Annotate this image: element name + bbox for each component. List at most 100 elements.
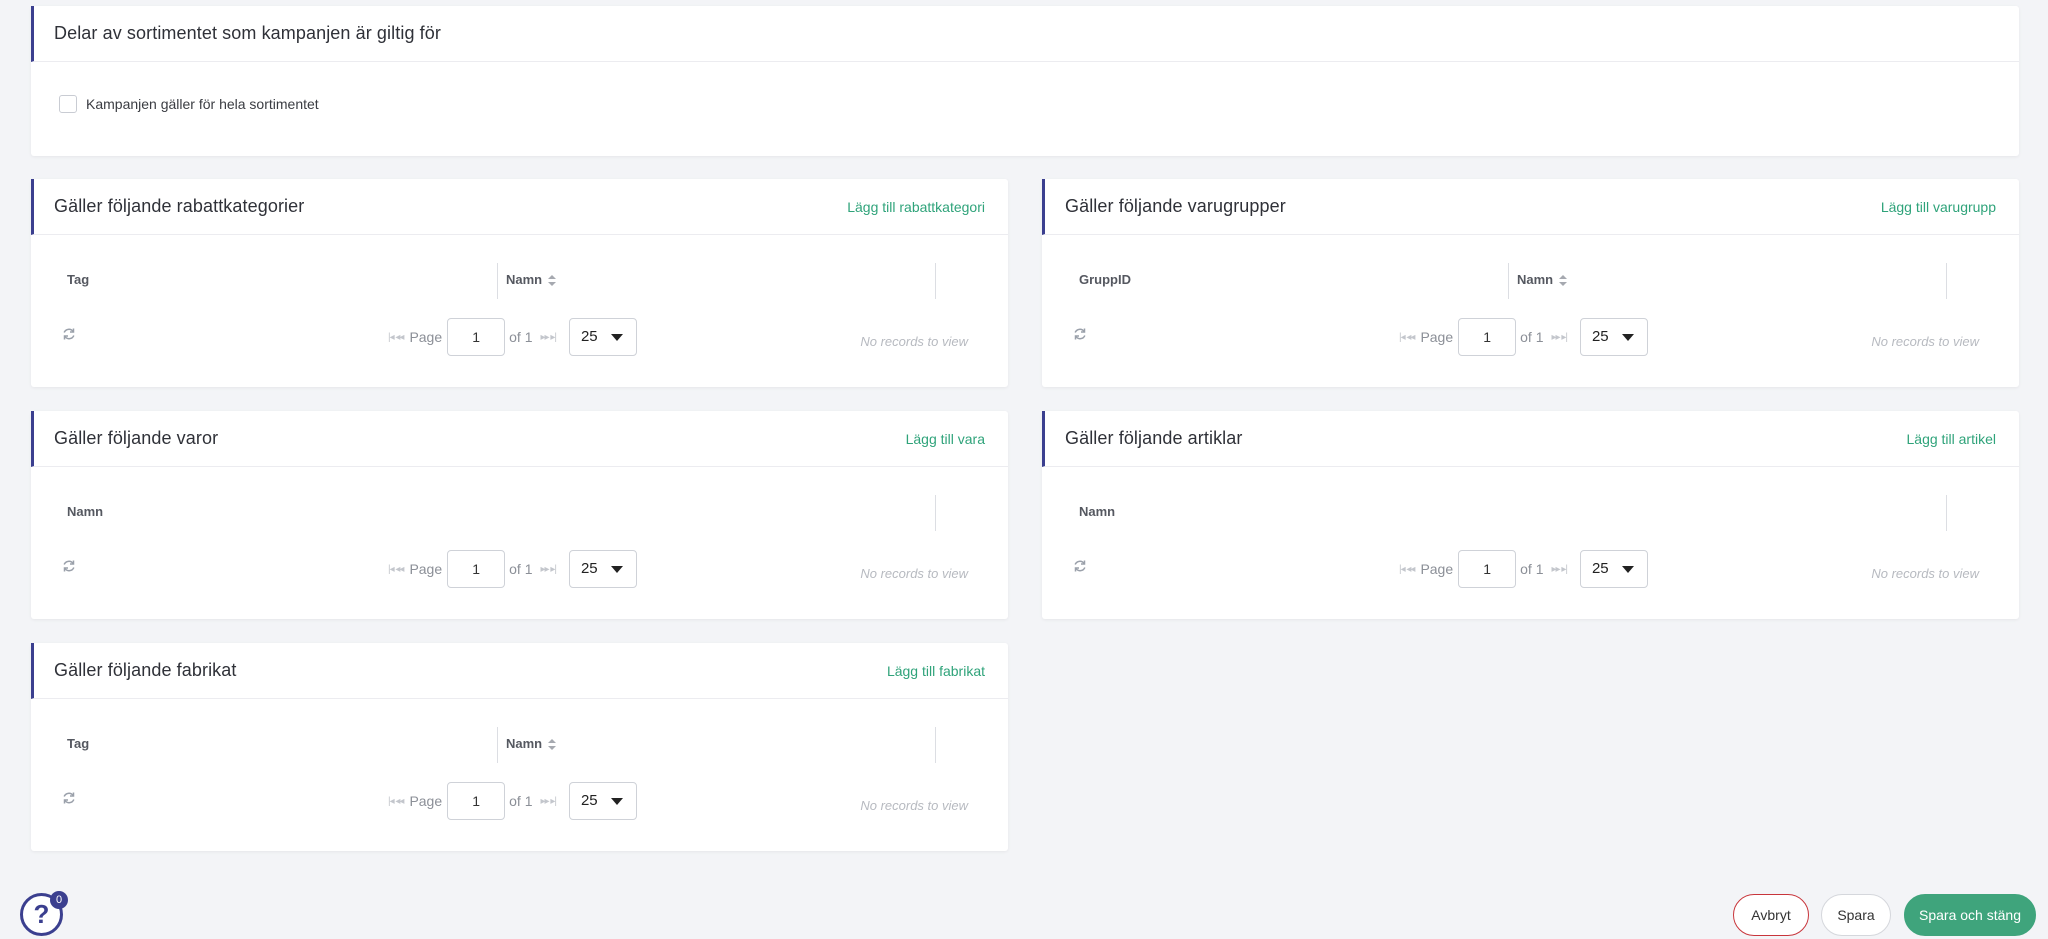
page-input[interactable]: 1 bbox=[1458, 318, 1517, 356]
rows-per-page-value: 25 bbox=[580, 792, 598, 809]
sort-icon bbox=[1559, 275, 1568, 287]
save-and-close-button[interactable]: Spara och stäng bbox=[1904, 894, 2036, 936]
page-input[interactable]: 1 bbox=[447, 782, 506, 820]
fabrikat-pager: |◂ ◂◂ Page 1 of 1 ▸▸ ▸| 25 No records to… bbox=[31, 782, 1008, 820]
page-count: of 1 bbox=[509, 793, 533, 809]
page-label: Page bbox=[409, 329, 443, 345]
column-separator[interactable] bbox=[1946, 263, 1947, 299]
add-rabattkategori-link[interactable]: Lägg till rabattkategori bbox=[847, 199, 985, 215]
save-button[interactable]: Spara bbox=[1821, 894, 1891, 936]
whole-assortment-option[interactable]: Kampanjen gäller för hela sortimentet bbox=[59, 95, 319, 113]
next-last-page-icon[interactable]: ▸▸ ▸| bbox=[541, 332, 557, 343]
varor-pager: |◂ ◂◂ Page 1 of 1 ▸▸ ▸| 25 No records to… bbox=[31, 550, 1008, 588]
page-input[interactable]: 1 bbox=[447, 318, 506, 356]
sort-icon bbox=[548, 739, 557, 751]
refresh-icon[interactable] bbox=[1073, 327, 1087, 341]
varugrupper-pager: |◂ ◂◂ Page 1 of 1 ▸▸ ▸| 25 No records to… bbox=[1042, 318, 2019, 356]
column-header-namn[interactable]: Namn bbox=[1079, 504, 1115, 519]
column-separator[interactable] bbox=[497, 263, 498, 299]
fabrikat-card-header: Gäller följande fabrikat Lägg till fabri… bbox=[31, 643, 1008, 699]
column-separator[interactable] bbox=[497, 727, 498, 763]
column-separator[interactable] bbox=[935, 495, 936, 531]
rows-per-page-select[interactable]: 25 bbox=[1579, 318, 1648, 356]
column-header-namn-label: Namn bbox=[506, 272, 543, 287]
rows-per-page-value: 25 bbox=[1591, 328, 1609, 345]
rows-per-page-select[interactable]: 25 bbox=[568, 318, 637, 356]
add-varugrupp-link[interactable]: Lägg till varugrupp bbox=[1881, 199, 1996, 215]
rows-per-page-select[interactable]: 25 bbox=[568, 550, 637, 588]
rabattkategorier-card-header: Gäller följande rabattkategorier Lägg ti… bbox=[31, 179, 1008, 235]
chevron-down-icon bbox=[610, 798, 623, 805]
chevron-down-icon bbox=[1621, 566, 1634, 573]
help-notification-badge: 0 bbox=[50, 891, 68, 909]
varugrupper-card-header: Gäller följande varugrupper Lägg till va… bbox=[1042, 179, 2019, 235]
refresh-icon[interactable] bbox=[62, 791, 76, 805]
fabrikat-title: Gäller följande fabrikat bbox=[54, 660, 237, 680]
no-records-text: No records to view bbox=[860, 798, 968, 813]
page-input[interactable]: 1 bbox=[1458, 550, 1517, 588]
column-separator[interactable] bbox=[1508, 263, 1509, 299]
next-last-page-icon[interactable]: ▸▸ ▸| bbox=[1552, 564, 1568, 575]
column-header-namn[interactable]: Namn bbox=[506, 272, 557, 287]
page-count: of 1 bbox=[509, 561, 533, 577]
whole-assortment-label[interactable]: Kampanjen gäller för hela sortimentet bbox=[86, 96, 319, 112]
page-label: Page bbox=[409, 561, 443, 577]
chevron-down-icon bbox=[1621, 334, 1634, 341]
varugrupper-title: Gäller följande varugrupper bbox=[1065, 196, 1286, 216]
first-prev-page-icon[interactable]: |◂ ◂◂ bbox=[388, 332, 404, 343]
refresh-icon[interactable] bbox=[1073, 559, 1087, 573]
artiklar-pager: |◂ ◂◂ Page 1 of 1 ▸▸ ▸| 25 No records to… bbox=[1042, 550, 2019, 588]
add-artikel-link[interactable]: Lägg till artikel bbox=[1907, 431, 1997, 447]
pager-controls: |◂ ◂◂ Page 1 of 1 ▸▸ ▸| 25 bbox=[1399, 318, 1648, 356]
column-separator[interactable] bbox=[1946, 495, 1947, 531]
rows-per-page-value: 25 bbox=[1591, 560, 1609, 577]
first-prev-page-icon[interactable]: |◂ ◂◂ bbox=[388, 564, 404, 575]
column-header-tag[interactable]: Tag bbox=[67, 736, 89, 751]
varor-title: Gäller följande varor bbox=[54, 428, 219, 448]
no-records-text: No records to view bbox=[1871, 334, 1979, 349]
whole-assortment-checkbox[interactable] bbox=[59, 95, 77, 113]
artiklar-card-header: Gäller följande artiklar Lägg till artik… bbox=[1042, 411, 2019, 467]
page-input[interactable]: 1 bbox=[447, 550, 506, 588]
pager-controls: |◂ ◂◂ Page 1 of 1 ▸▸ ▸| 25 bbox=[388, 782, 637, 820]
rows-per-page-select[interactable]: 25 bbox=[1579, 550, 1648, 588]
add-vara-link[interactable]: Lägg till vara bbox=[906, 431, 985, 447]
varor-grid-header: Namn bbox=[31, 495, 1008, 531]
column-header-tag[interactable]: Tag bbox=[67, 272, 89, 287]
first-prev-page-icon[interactable]: |◂ ◂◂ bbox=[388, 796, 404, 807]
column-header-namn[interactable]: Namn bbox=[1517, 272, 1568, 287]
page-count: of 1 bbox=[1520, 561, 1544, 577]
next-last-page-icon[interactable]: ▸▸ ▸| bbox=[541, 564, 557, 575]
sort-icon bbox=[548, 275, 557, 287]
cancel-button[interactable]: Avbryt bbox=[1733, 894, 1809, 936]
rabattkategorier-card: Gäller följande rabattkategorier Lägg ti… bbox=[31, 179, 1008, 387]
rows-per-page-value: 25 bbox=[580, 328, 598, 345]
first-prev-page-icon[interactable]: |◂ ◂◂ bbox=[1399, 332, 1415, 343]
no-records-text: No records to view bbox=[860, 566, 968, 581]
page-count: of 1 bbox=[509, 329, 533, 345]
column-header-namn[interactable]: Namn bbox=[506, 736, 557, 751]
varor-card: Gäller följande varor Lägg till vara Nam… bbox=[31, 411, 1008, 619]
add-fabrikat-link[interactable]: Lägg till fabrikat bbox=[887, 663, 985, 679]
column-header-namn[interactable]: Namn bbox=[67, 504, 103, 519]
column-header-namn-label: Namn bbox=[1517, 272, 1554, 287]
rows-per-page-select[interactable]: 25 bbox=[568, 782, 637, 820]
refresh-icon[interactable] bbox=[62, 327, 76, 341]
next-last-page-icon[interactable]: ▸▸ ▸| bbox=[1552, 332, 1568, 343]
column-separator[interactable] bbox=[935, 263, 936, 299]
varugrupper-grid-header: GruppID Namn bbox=[1042, 263, 2019, 299]
pager-controls: |◂ ◂◂ Page 1 of 1 ▸▸ ▸| 25 bbox=[1399, 550, 1648, 588]
rabattkategorier-title: Gäller följande rabattkategorier bbox=[54, 196, 305, 216]
first-prev-page-icon[interactable]: |◂ ◂◂ bbox=[1399, 564, 1415, 575]
question-mark-icon: ? bbox=[33, 899, 50, 929]
fabrikat-grid-header: Tag Namn bbox=[31, 727, 1008, 763]
column-separator[interactable] bbox=[935, 727, 936, 763]
column-header-gruppid[interactable]: GruppID bbox=[1079, 272, 1131, 287]
next-last-page-icon[interactable]: ▸▸ ▸| bbox=[541, 796, 557, 807]
column-header-namn-label: Namn bbox=[506, 736, 543, 751]
rabattkategorier-grid-header: Tag Namn bbox=[31, 263, 1008, 299]
page-label: Page bbox=[1420, 329, 1454, 345]
refresh-icon[interactable] bbox=[62, 559, 76, 573]
artiklar-title: Gäller följande artiklar bbox=[1065, 428, 1243, 448]
page-count: of 1 bbox=[1520, 329, 1544, 345]
